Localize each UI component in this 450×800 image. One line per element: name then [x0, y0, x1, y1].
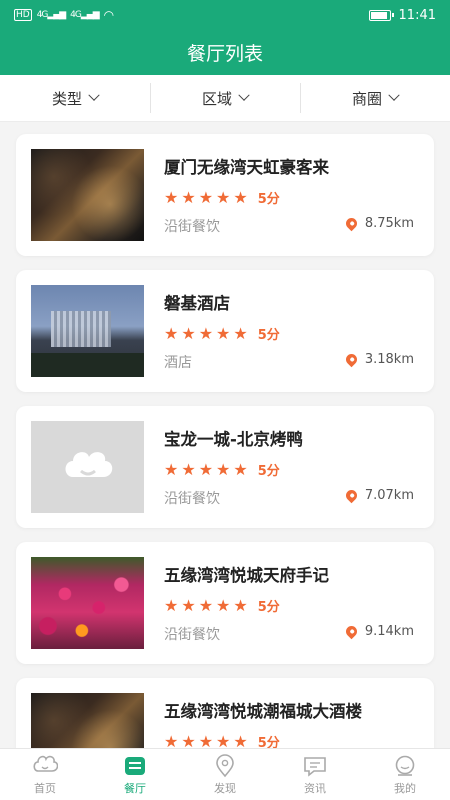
restaurant-name: 厦门无缘湾天虹豪客来 [164, 158, 329, 177]
chevron-down-icon [388, 89, 400, 101]
tab-label: 餐厅 [124, 781, 146, 795]
rating-score: 5分 [257, 464, 280, 479]
star-icon: ★ [233, 323, 248, 343]
battery-icon [368, 9, 394, 21]
restaurant-card[interactable]: 厦门无缘湾天虹豪客来 ★ ★ ★ ★ ★ 5分 沿街餐饮 8.75km [16, 134, 434, 256]
chevron-down-icon [238, 89, 250, 101]
tab-news[interactable]: 资讯 [270, 749, 360, 800]
restaurant-category: 酒店 [164, 355, 192, 371]
star-icon: ★ [198, 323, 214, 343]
location-pin-icon [343, 215, 360, 232]
tab-label: 我的 [394, 781, 416, 795]
message-icon [304, 756, 326, 777]
star-icon: ★ [198, 459, 214, 479]
restaurant-card[interactable]: 五缘湾湾悦城天府手记 ★ ★ ★ ★ ★ 5分 沿街餐饮 9.14km [16, 542, 434, 664]
star-icon: ★ [216, 459, 231, 479]
filter-label: 类型 [51, 89, 82, 108]
rating: ★ ★ ★ ★ ★ 5分 [164, 188, 280, 207]
filter-area[interactable]: 区域 [150, 75, 300, 121]
location-pin-icon [343, 487, 360, 504]
filter-type[interactable]: 类型 [0, 75, 150, 121]
star-icon: ★ [216, 595, 231, 615]
star-icon: ★ [233, 595, 248, 615]
distance: 8.75km [343, 215, 414, 232]
restaurant-card[interactable]: 五缘湾湾悦城潮福城大酒楼 ★ ★ ★ ★ ★ 5分 [16, 678, 434, 748]
star-icon: ★ [181, 459, 196, 479]
restaurant-name: 磐基酒店 [164, 294, 230, 313]
restaurant-card[interactable]: 宝龙一城-北京烤鸭 ★ ★ ★ ★ ★ 5分 沿街餐饮 7.07km [16, 406, 434, 528]
star-icon: ★ [181, 323, 196, 343]
rating: ★ ★ ★ ★ ★ 5分 [164, 596, 280, 615]
rating-score: 5分 [257, 192, 280, 207]
star-icon: ★ [233, 187, 248, 207]
star-icon: ★ [181, 595, 196, 615]
restaurant-icon [125, 756, 145, 775]
location-pin-icon [343, 623, 360, 640]
restaurant-list[interactable]: 厦门无缘湾天虹豪客来 ★ ★ ★ ★ ★ 5分 沿街餐饮 8.75km 磐基酒店 ★ ★ ★… [0, 122, 450, 748]
bottom-tab-bar: 首页 餐厅 发现 资讯 我的 [0, 748, 450, 800]
location-icon [216, 753, 234, 777]
star-icon: ★ [164, 459, 179, 479]
tab-label: 首页 [34, 781, 56, 795]
rating: ★ ★ ★ ★ ★ 5分 [164, 732, 280, 748]
rating-score: 5分 [257, 736, 280, 748]
rating: ★ ★ ★ ★ ★ 5分 [164, 324, 280, 343]
chevron-down-icon [88, 89, 100, 101]
restaurant-category: 沿街餐饮 [164, 627, 220, 643]
home-chef-icon [33, 755, 58, 772]
restaurant-category: 沿街餐饮 [164, 219, 220, 235]
distance: 7.07km [343, 487, 414, 504]
hd-indicator: HD [14, 9, 32, 21]
star-icon: ★ [164, 595, 179, 615]
distance: 3.18km [343, 351, 414, 368]
tab-label: 资讯 [304, 781, 326, 795]
restaurant-name: 宝龙一城-北京烤鸭 [164, 430, 303, 449]
restaurant-category: 沿街餐饮 [164, 491, 220, 507]
star-icon: ★ [198, 187, 214, 207]
filter-label: 区域 [201, 89, 232, 108]
filter-district[interactable]: 商圈 [300, 75, 450, 121]
restaurant-image [31, 693, 144, 748]
star-icon: ★ [198, 595, 214, 615]
distance: 9.14km [343, 623, 414, 640]
star-icon: ★ [181, 731, 196, 748]
tab-label: 发现 [214, 781, 236, 795]
signal-icon: 4G▂▄▆ [36, 10, 66, 20]
star-icon: ★ [216, 187, 231, 207]
page-title: 餐厅列表 [186, 43, 263, 65]
tab-profile[interactable]: 我的 [360, 749, 450, 800]
signal-icon: 4G▂▄▆ [70, 10, 99, 20]
location-pin-icon [343, 351, 360, 368]
tab-restaurant[interactable]: 餐厅 [90, 749, 180, 800]
rating-score: 5分 [257, 328, 280, 343]
rating: ★ ★ ★ ★ ★ 5分 [164, 460, 280, 479]
chef-hat-icon [65, 452, 112, 477]
star-icon: ★ [233, 731, 248, 748]
status-bar: HD 4G▂▄▆ 4G▂▄▆ ◠ 11:41 [0, 0, 450, 30]
filter-bar: 类型 区域 商圈 [0, 75, 450, 122]
rating-score: 5分 [257, 600, 280, 615]
star-icon: ★ [216, 731, 231, 748]
star-icon: ★ [198, 731, 214, 748]
clock: 11:41 [398, 7, 436, 23]
restaurant-name: 五缘湾湾悦城潮福城大酒楼 [164, 702, 362, 721]
wifi-icon: ◠ [103, 8, 115, 22]
restaurant-image [31, 421, 144, 513]
star-icon: ★ [164, 731, 179, 748]
restaurant-image [31, 285, 144, 377]
star-icon: ★ [233, 459, 248, 479]
star-icon: ★ [181, 187, 196, 207]
page-header: 餐厅列表 [0, 30, 450, 75]
tab-discover[interactable]: 发现 [180, 749, 270, 800]
restaurant-image [31, 149, 144, 241]
star-icon: ★ [164, 323, 179, 343]
restaurant-card[interactable]: 磐基酒店 ★ ★ ★ ★ ★ 5分 酒店 3.18km [16, 270, 434, 392]
restaurant-name: 五缘湾湾悦城天府手记 [164, 566, 329, 585]
tab-home[interactable]: 首页 [0, 749, 90, 800]
profile-icon [395, 755, 415, 776]
star-icon: ★ [164, 187, 179, 207]
filter-label: 商圈 [351, 89, 382, 108]
star-icon: ★ [216, 323, 231, 343]
restaurant-image [31, 557, 144, 649]
